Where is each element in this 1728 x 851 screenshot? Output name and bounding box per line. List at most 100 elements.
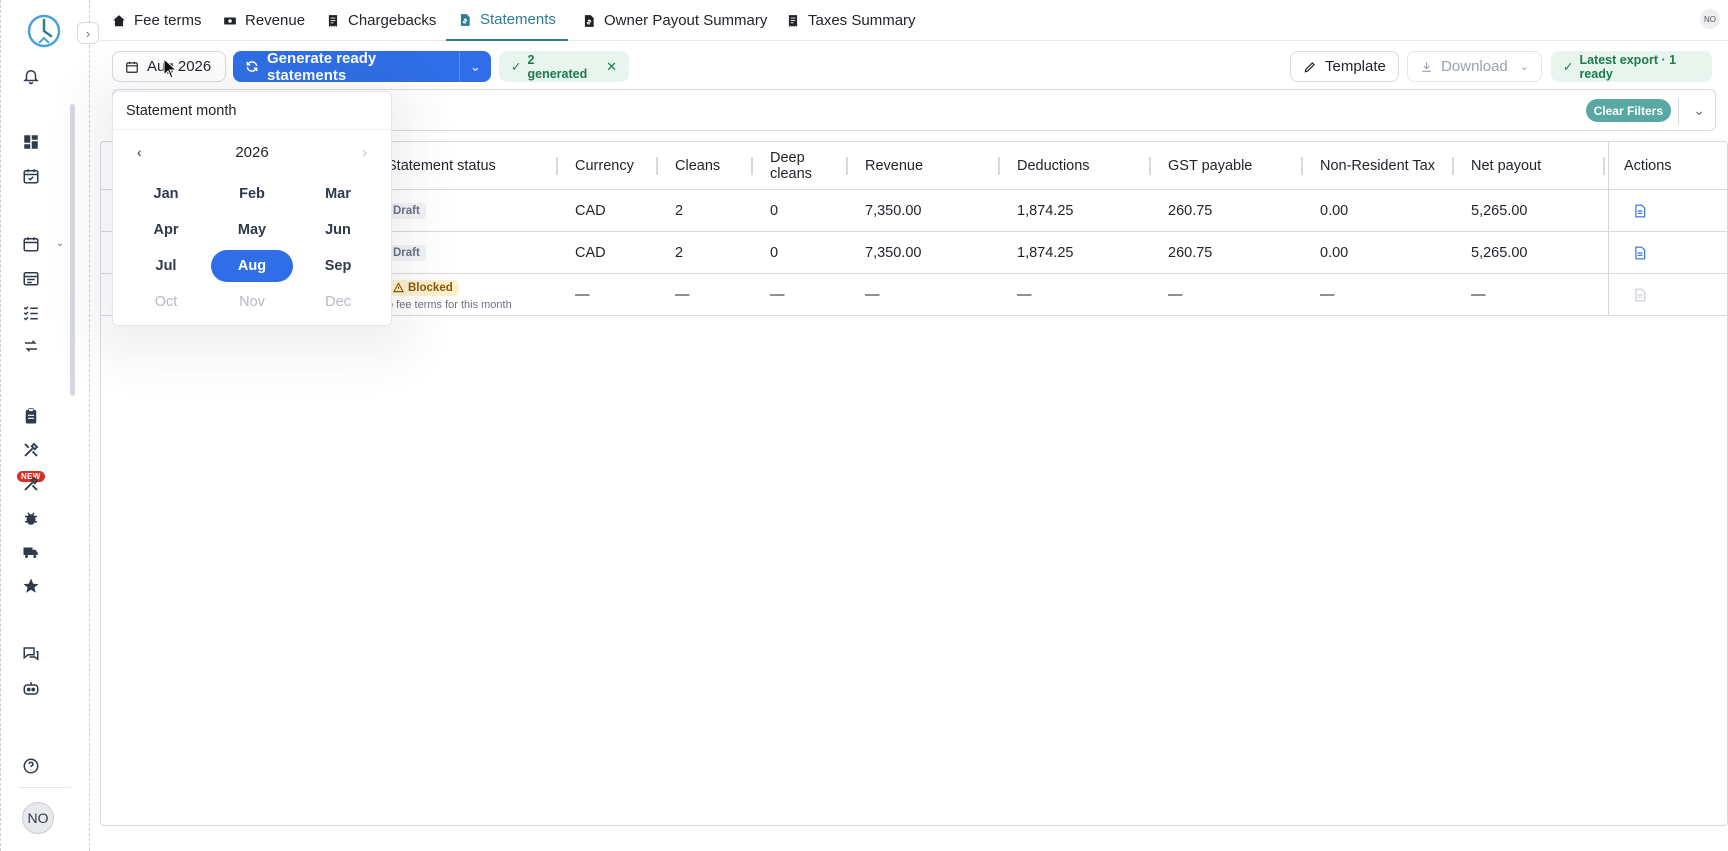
header-non-resident-tax[interactable]: Non-Resident Tax: [1320, 142, 1435, 190]
tab-taxes-summary[interactable]: Taxes Summary: [774, 0, 928, 41]
month-aug[interactable]: Aug: [211, 250, 293, 282]
view-statement-button[interactable]: [1633, 232, 1647, 274]
column-resizer[interactable]: [1452, 157, 1454, 175]
month-jul[interactable]: Jul: [125, 250, 207, 282]
close-icon[interactable]: ✕: [606, 59, 617, 75]
download-button[interactable]: Download ⌄: [1407, 51, 1542, 82]
latest-export-pill[interactable]: ✓ Latest export · 1 ready: [1551, 51, 1712, 82]
app-root: › ⌄ NEW NO Fee terms Revenue Chargebacks…: [0, 0, 1728, 851]
header-currency[interactable]: Currency: [575, 142, 634, 190]
header-deductions[interactable]: Deductions: [1017, 142, 1090, 190]
robot-icon[interactable]: [21, 678, 41, 698]
cell-currency: CAD: [575, 245, 606, 261]
column-resizer[interactable]: [556, 157, 558, 175]
logo-icon[interactable]: [27, 14, 61, 48]
generate-ready-statements-button[interactable]: Generate ready statements: [233, 50, 459, 84]
calendar-list-icon[interactable]: [21, 268, 41, 288]
warning-icon: [393, 282, 404, 293]
calendar-icon: [126, 61, 138, 73]
header-net-payout[interactable]: Net payout: [1471, 142, 1541, 190]
month-may[interactable]: May: [211, 214, 293, 246]
status-badge: Draft: [387, 203, 426, 219]
header-gst-payable[interactable]: GST payable: [1168, 142, 1252, 190]
truck-icon[interactable]: [21, 542, 41, 562]
month-apr[interactable]: Apr: [125, 214, 207, 246]
column-resizer[interactable]: [751, 157, 753, 175]
month-mar[interactable]: Mar: [297, 178, 379, 210]
document-icon: [1635, 204, 1646, 218]
status-badge-blocked: Blocked: [387, 279, 459, 296]
header-cleans[interactable]: Cleans: [675, 142, 720, 190]
column-resizer[interactable]: [656, 157, 658, 175]
clear-filters-button[interactable]: Clear Filters: [1585, 99, 1671, 122]
sidebar-scrollbar[interactable]: [70, 104, 75, 396]
cell-nrt: 0.00: [1320, 245, 1349, 261]
calendar-check-icon[interactable]: [21, 166, 41, 186]
sync-icon[interactable]: [21, 336, 41, 356]
column-resizer[interactable]: [1301, 157, 1303, 175]
generated-count-pill: ✓ 2 generated ✕: [499, 51, 629, 82]
column-resizer[interactable]: [1149, 157, 1151, 175]
user-avatar[interactable]: NO: [22, 802, 54, 834]
sidebar: › ⌄ NEW NO: [0, 0, 99, 851]
month-sep[interactable]: Sep: [297, 250, 379, 282]
header-deep-cleans[interactable]: Deep cleans: [770, 142, 830, 190]
template-button[interactable]: Template: [1290, 51, 1399, 82]
cell-nrt: —: [1320, 287, 1335, 303]
month-jan[interactable]: Jan: [125, 178, 207, 210]
sidebar-expand-button[interactable]: ›: [77, 22, 99, 44]
tab-chargebacks[interactable]: Chargebacks: [314, 0, 448, 41]
month-jun[interactable]: Jun: [297, 214, 379, 246]
cell-net-payout: 5,265.00: [1471, 203, 1528, 219]
help-icon[interactable]: [21, 756, 41, 776]
status-label: Blocked: [408, 281, 453, 294]
header-statement-status[interactable]: Statement status: [387, 142, 496, 190]
chevron-down-icon[interactable]: ⌄: [53, 236, 67, 250]
cell-deep-cleans: —: [770, 287, 785, 303]
tab-label: Owner Payout Summary: [604, 12, 768, 29]
download-icon: [1422, 61, 1431, 72]
picker-title: Statement month: [126, 103, 237, 119]
cell-cleans: 2: [675, 245, 684, 261]
cell-nrt: 0.00: [1320, 203, 1349, 219]
bug-icon[interactable]: [21, 508, 41, 528]
money-icon: [224, 17, 236, 24]
cell-revenue: 7,350.00: [865, 203, 922, 219]
chevron-down-icon[interactable]: ⌄: [1693, 102, 1705, 119]
month-button-label: Aug 2026: [147, 58, 212, 75]
picker-divider: [113, 129, 391, 130]
tools-new-icon[interactable]: [21, 474, 41, 494]
generate-options-button[interactable]: ⌄: [459, 51, 491, 82]
tab-fee-terms[interactable]: Fee terms: [100, 0, 214, 41]
document-icon: [1635, 288, 1646, 302]
view-statement-button[interactable]: [1633, 190, 1647, 232]
tab-owner-payout-summary[interactable]: Owner Payout Summary: [570, 0, 779, 41]
tab-label: Statements: [480, 11, 556, 28]
column-resizer[interactable]: [846, 157, 848, 175]
cell-currency: —: [575, 287, 590, 303]
header-revenue[interactable]: Revenue: [865, 142, 923, 190]
chevron-right-icon[interactable]: ›: [362, 144, 367, 160]
download-label: Download: [1441, 58, 1508, 75]
top-avatar[interactable]: NO: [1700, 9, 1720, 29]
chat-icon[interactable]: [21, 644, 41, 664]
checklist-icon[interactable]: [21, 302, 41, 322]
month-feb[interactable]: Feb: [211, 178, 293, 210]
dashboard-icon[interactable]: [21, 132, 41, 152]
chevron-down-icon: ⌄: [470, 58, 481, 74]
generated-count-label: 2 generated: [527, 52, 588, 81]
calendar-icon[interactable]: [21, 234, 41, 254]
clipboard-icon[interactable]: [21, 406, 41, 426]
tab-statements[interactable]: Statements: [446, 0, 568, 41]
column-resizer[interactable]: [998, 157, 1000, 175]
refresh-icon: [246, 61, 258, 72]
tab-label: Taxes Summary: [808, 12, 916, 29]
bell-icon[interactable]: [21, 66, 41, 86]
tools-icon[interactable]: [21, 440, 41, 460]
month-picker-popover: Statement month ‹ 2026 › Jan Feb Mar Apr…: [112, 91, 392, 326]
tab-revenue[interactable]: Revenue: [211, 0, 317, 41]
star-icon[interactable]: [21, 576, 41, 596]
column-resizer[interactable]: [1603, 157, 1605, 175]
sidebar-divider: [19, 787, 71, 788]
cell-currency: CAD: [575, 203, 606, 219]
